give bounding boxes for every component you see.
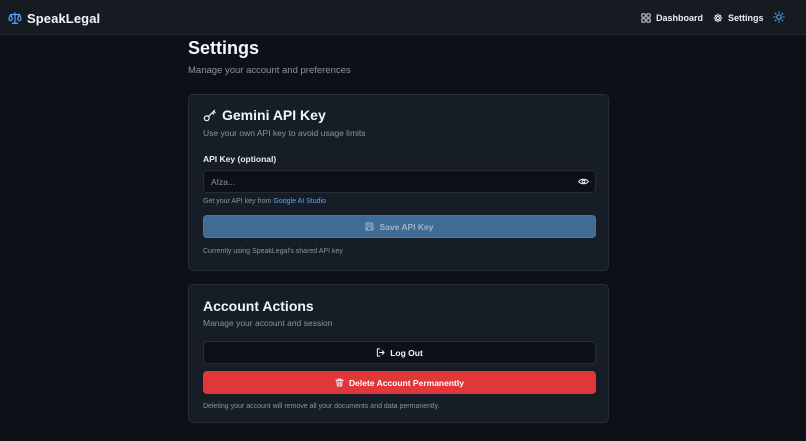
google-ai-studio-link[interactable]: Google AI Studio <box>273 198 326 205</box>
log-out-icon <box>376 348 385 357</box>
hint-text: Get your API key from <box>203 198 274 205</box>
api-key-hint: Get your API key from Google AI Studio <box>203 198 326 205</box>
api-key-input[interactable] <box>204 171 564 192</box>
api-card-header: Gemini API Key <box>203 107 326 123</box>
grid-icon <box>641 12 651 23</box>
scale-icon <box>8 11 22 25</box>
log-out-button[interactable]: Log Out <box>203 341 596 364</box>
page-subtitle: Manage your account and preferences <box>188 65 351 76</box>
api-key-label: API Key (optional) <box>203 154 277 164</box>
account-actions-card: Account Actions Manage your account and … <box>188 284 609 423</box>
trash-icon <box>335 378 344 387</box>
nav-dashboard-label: Dashboard <box>656 12 704 23</box>
delete-account-label: Delete Account Permanently <box>349 377 464 388</box>
api-card-description: Use your own API key to avoid usage limi… <box>203 128 366 138</box>
account-card-title: Account Actions <box>203 298 314 314</box>
delete-account-button[interactable]: Delete Account Permanently <box>203 371 596 394</box>
brand[interactable]: SpeakLegal <box>8 9 100 27</box>
account-card-description: Manage your account and session <box>203 318 333 328</box>
top-navbar: SpeakLegal Dashboard Settings <box>0 0 806 35</box>
key-icon <box>203 109 216 122</box>
sun-icon <box>773 11 785 23</box>
api-card-title: Gemini API Key <box>222 107 326 123</box>
api-key-card: Gemini API Key Use your own API key to a… <box>188 94 609 271</box>
nav-settings[interactable]: Settings <box>713 10 764 25</box>
theme-toggle-button[interactable] <box>773 11 785 23</box>
page-title: Settings <box>188 38 260 58</box>
save-api-key-label: Save API Key <box>379 221 434 232</box>
eye-icon[interactable] <box>578 176 589 187</box>
delete-account-warning: Deleting your account will remove all yo… <box>203 403 440 410</box>
nav-settings-label: Settings <box>728 12 764 23</box>
save-api-key-button[interactable]: Save API Key <box>203 215 596 238</box>
api-key-field <box>203 170 596 193</box>
nav-dashboard[interactable]: Dashboard <box>641 10 703 25</box>
brand-name: SpeakLegal <box>27 10 101 26</box>
log-out-label: Log Out <box>390 347 423 358</box>
save-icon <box>365 222 375 231</box>
api-key-status: Currently using SpeakLegal's shared API … <box>203 248 343 255</box>
gear-icon <box>713 13 723 23</box>
